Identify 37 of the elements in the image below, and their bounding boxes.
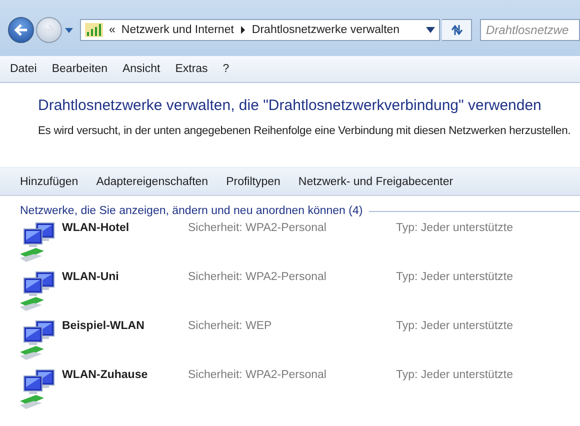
description-text: Es wird versucht, in der unten angegebenen Reihenfolge eine Verbindung mit diesen Netzwerken herzustellen.	[38, 125, 572, 137]
type-text: Typ: Jeder unterstützte	[396, 368, 514, 383]
menu-item[interactable]: Ansicht	[122, 63, 160, 75]
menu-item[interactable]: Extras	[175, 63, 208, 75]
breadcrumb[interactable]: Drahtlosnetzwerke verwalten	[252, 24, 400, 36]
network-signal-icon	[85, 23, 103, 37]
page-title: Drahtlosnetzwerke verwalten, die "Drahtlosnetzwerkverbindung" verwenden	[38, 97, 542, 114]
network-name[interactable]: WLAN-Uni	[62, 266, 188, 315]
address-bar[interactable]: « Netzwerk und Internet Drahtlosnetzwerke verwalten	[80, 19, 440, 41]
back-button[interactable]	[8, 17, 34, 43]
search-field[interactable]: Drahtlosnetzwe	[480, 19, 580, 41]
toolbar-button[interactable]: Netzwerk- und Freigabecenter	[298, 176, 454, 188]
refresh-button[interactable]	[442, 19, 472, 41]
type-text: Typ: Jeder unterstützte	[396, 270, 514, 285]
toolbar-button[interactable]: Profiltypen	[226, 176, 280, 188]
security-text: Sicherheit: WPA2-Personal	[188, 270, 328, 285]
breadcrumb[interactable]: Netzwerk und Internet	[121, 24, 234, 36]
group-header[interactable]: Netzwerke, die Sie anzeigen, ändern und neu anordnen können (4)	[20, 205, 363, 217]
breadcrumb-arrow-icon[interactable]	[240, 26, 246, 34]
network-name[interactable]: Beispiel-WLAN	[62, 315, 188, 364]
refresh-icon[interactable]	[450, 24, 464, 36]
security-text: Sicherheit: WEP	[188, 319, 273, 334]
network-name[interactable]: WLAN-Hotel	[62, 217, 188, 266]
type-text: Typ: Jeder unterstützte	[396, 221, 514, 236]
dropdown-arrow-icon[interactable]	[426, 27, 435, 33]
menu-item[interactable]: Datei	[10, 63, 37, 75]
security-text: Sicherheit: WPA2-Personal	[188, 368, 328, 383]
network-name[interactable]: WLAN-Zuhause	[62, 364, 188, 413]
breadcrumb-overflow[interactable]: «	[109, 24, 116, 36]
back-arrow-icon[interactable]	[14, 24, 28, 36]
type-text: Typ: Jeder unterstützte	[396, 319, 514, 334]
toolbar-button[interactable]: Adaptereigenschaften	[96, 176, 208, 188]
menu-item[interactable]: Bearbeiten	[52, 63, 108, 75]
menu-item[interactable]: ?	[222, 63, 230, 75]
dropdown-arrow-icon[interactable]	[64, 25, 74, 35]
security-text: Sicherheit: WPA2-Personal	[188, 221, 328, 236]
toolbar-button[interactable]: Hinzufügen	[20, 176, 78, 188]
